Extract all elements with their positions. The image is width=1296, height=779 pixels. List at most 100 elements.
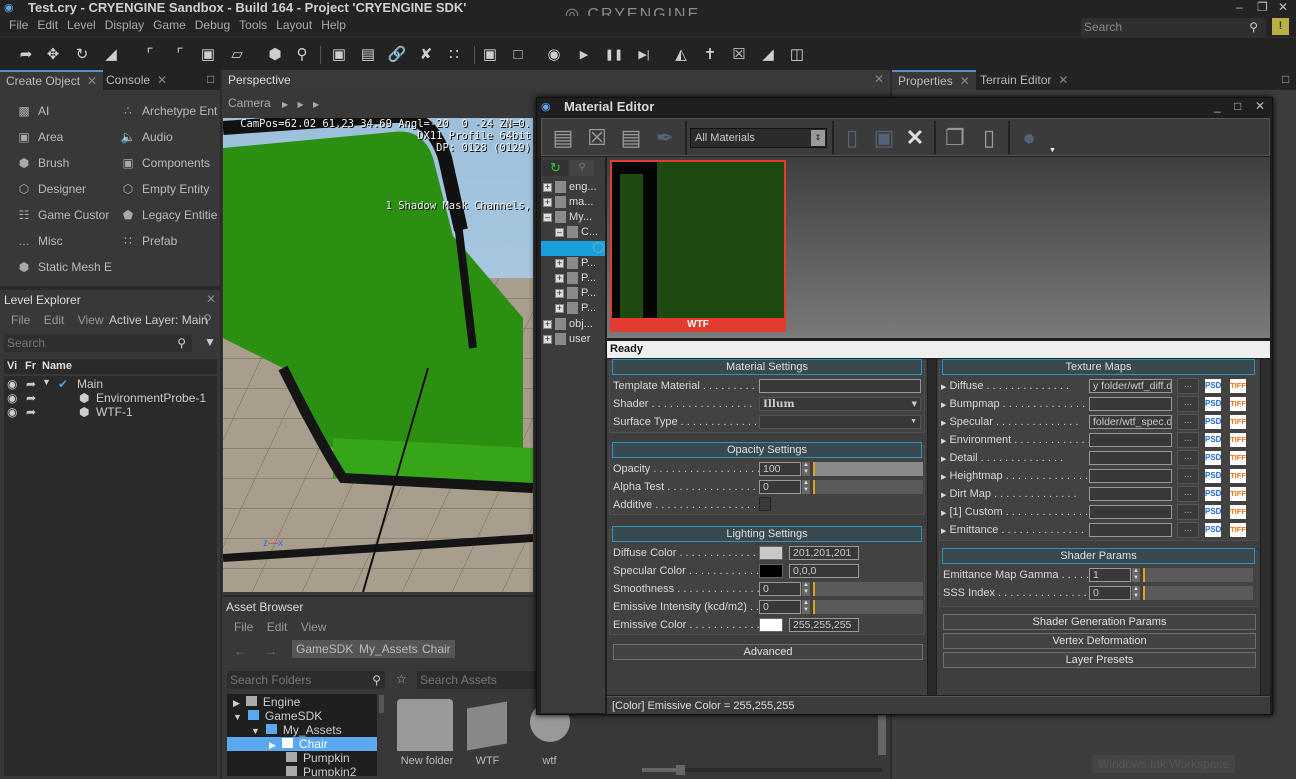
snap-angle-icon[interactable]: ⌜	[170, 45, 190, 65]
search-object-icon[interactable]: ⚲	[292, 45, 312, 65]
get-material-icon[interactable]: ▤	[616, 123, 646, 153]
prefab-icon[interactable]: ☒	[729, 45, 749, 65]
snap-scale-icon[interactable]: ▣	[198, 45, 218, 65]
create-area[interactable]: ▣ Area	[16, 130, 63, 144]
lighting-settings-header[interactable]: Lighting Settings	[612, 526, 922, 542]
texture-path-input[interactable]	[1089, 505, 1172, 519]
psd-icon[interactable]: PSD	[1205, 523, 1221, 537]
browse-texture-button[interactable]: ...	[1177, 396, 1199, 412]
psd-icon[interactable]: PSD	[1205, 415, 1221, 429]
unlink-icon[interactable]: ✘	[416, 45, 436, 65]
menu-file[interactable]: File	[234, 620, 253, 634]
tiff-icon[interactable]: TIFF	[1230, 469, 1246, 483]
shader-params-header[interactable]: Shader Params	[942, 548, 1255, 564]
unlock-icon[interactable]: □	[508, 45, 528, 65]
browse-texture-button[interactable]: ...	[1177, 378, 1199, 394]
tab-console[interactable]: Console ✕	[100, 70, 173, 90]
delete-material-icon[interactable]: ✕	[900, 123, 930, 153]
texture-path-input[interactable]	[1089, 469, 1172, 483]
level-search-input[interactable]: Search ⚲	[4, 334, 192, 352]
active-layer-label[interactable]: Active Layer: Main	[109, 313, 208, 327]
column-freeze[interactable]: Fr	[25, 360, 36, 372]
tree-node[interactable]: + P...	[555, 302, 596, 315]
assign-material-icon[interactable]: ▤	[548, 123, 578, 153]
menu-level[interactable]: Level	[67, 16, 96, 34]
tree-node[interactable]: + ma...	[543, 196, 593, 209]
texture-path-input[interactable]	[1089, 397, 1172, 411]
psd-icon[interactable]: PSD	[1205, 487, 1221, 501]
close-icon[interactable]: ✕	[1058, 73, 1068, 87]
emissive-intensity-input[interactable]: 0	[759, 600, 801, 614]
next-icon[interactable]: ▶	[298, 100, 304, 109]
close-icon[interactable]: ✕	[960, 74, 970, 88]
expand-icon[interactable]: ▶	[941, 528, 946, 535]
flowgraph-icon[interactable]: ◫	[787, 45, 807, 65]
filter-icon[interactable]: ▼	[204, 335, 216, 349]
shader-generation-params-header[interactable]: Shader Generation Params	[943, 614, 1256, 630]
tree-node[interactable]: + user	[543, 333, 590, 346]
shader-dropdown[interactable]: Illum ▼	[759, 397, 921, 411]
last-icon[interactable]: ▶	[313, 100, 319, 109]
specular-color-swatch[interactable]	[759, 564, 783, 578]
opacity-spinner[interactable]: ▲ ▼	[802, 462, 810, 476]
column-splitter[interactable]	[928, 359, 936, 695]
move-icon[interactable]: ✥	[43, 45, 63, 65]
game-mode-icon[interactable]: ◉	[544, 45, 564, 65]
add-material-icon[interactable]: ▯	[837, 123, 867, 153]
menu-tools[interactable]: Tools	[239, 16, 267, 34]
global-search-input[interactable]: Search ⚲	[1081, 18, 1266, 37]
close-icon[interactable]: ✕	[206, 292, 216, 306]
level-row[interactable]: ◉ ➦ ▼ ✔ Main	[4, 377, 217, 391]
column-visible[interactable]: Vi	[7, 360, 17, 372]
close-icon[interactable]: ✕	[87, 74, 97, 88]
rotate-icon[interactable]: ↻	[72, 45, 92, 65]
tree-node-selected[interactable]	[541, 241, 605, 256]
menu-view[interactable]: View	[78, 313, 104, 327]
preview-options-icon[interactable]: ●	[1014, 123, 1044, 153]
eye-icon[interactable]: ◉	[7, 405, 17, 419]
browse-texture-button[interactable]: ...	[1177, 414, 1199, 430]
link-icon[interactable]: 🔗	[387, 45, 407, 65]
browse-texture-button[interactable]: ...	[1177, 486, 1199, 502]
tab-perspective[interactable]: Perspective	[222, 70, 297, 90]
pause-icon[interactable]: ❚❚	[604, 45, 624, 65]
column-name[interactable]: Name	[42, 360, 72, 372]
close-button[interactable]: ✕	[1278, 0, 1288, 14]
emissive-color-input[interactable]: 255,255,255	[789, 618, 859, 632]
search-assets-input[interactable]: Search Assets	[417, 671, 537, 689]
template-material-input[interactable]	[759, 379, 921, 393]
tree-node[interactable]: + obj...	[543, 318, 593, 331]
tiff-icon[interactable]: TIFF	[1230, 487, 1246, 501]
check-icon[interactable]: ✔	[58, 377, 68, 391]
folder-scrollbar[interactable]	[379, 695, 384, 713]
sss-index-spinner[interactable]: ▲ ▼	[1132, 586, 1140, 600]
play-icon[interactable]: ▶	[574, 45, 594, 65]
tree-node[interactable]: – C...	[555, 226, 598, 239]
smoothness-spinner[interactable]: ▲ ▼	[802, 582, 810, 596]
maximize-icon[interactable]: □	[1282, 72, 1289, 86]
opacity-settings-header[interactable]: Opacity Settings	[612, 442, 922, 458]
tab-properties[interactable]: Properties ✕	[892, 70, 976, 90]
search-icon[interactable]: ⚲	[203, 312, 212, 326]
close-button[interactable]: ✕	[1255, 99, 1265, 113]
tiff-icon[interactable]: TIFF	[1230, 451, 1246, 465]
tiff-icon[interactable]: TIFF	[1230, 379, 1246, 393]
smoothness-slider[interactable]	[813, 582, 923, 596]
cursor-icon[interactable]: ➦	[26, 377, 36, 391]
menu-view[interactable]: View	[301, 620, 327, 634]
menu-debug[interactable]: Debug	[195, 16, 230, 34]
tiff-icon[interactable]: TIFF	[1230, 433, 1246, 447]
folder-row[interactable]: ▼ My_Assets	[227, 723, 377, 737]
texture-path-input[interactable]: folder/wtf_spec.d	[1089, 415, 1172, 429]
browse-texture-button[interactable]: ...	[1177, 522, 1199, 538]
menu-display[interactable]: Display	[105, 16, 144, 34]
snap-terrain-icon[interactable]: ▱	[227, 45, 247, 65]
browse-texture-button[interactable]: ...	[1177, 468, 1199, 484]
create-brush[interactable]: ⬢ Brush	[16, 156, 70, 170]
menu-file[interactable]: File	[9, 16, 28, 34]
back-icon[interactable]: ←	[234, 644, 246, 658]
tree-node[interactable]: + P...	[555, 257, 596, 270]
folder-row[interactable]: ▶ Engine	[227, 695, 377, 709]
create-game-custom[interactable]: ☷ Game Custor	[16, 208, 110, 222]
copy-material-icon[interactable]: ❐	[940, 123, 970, 153]
